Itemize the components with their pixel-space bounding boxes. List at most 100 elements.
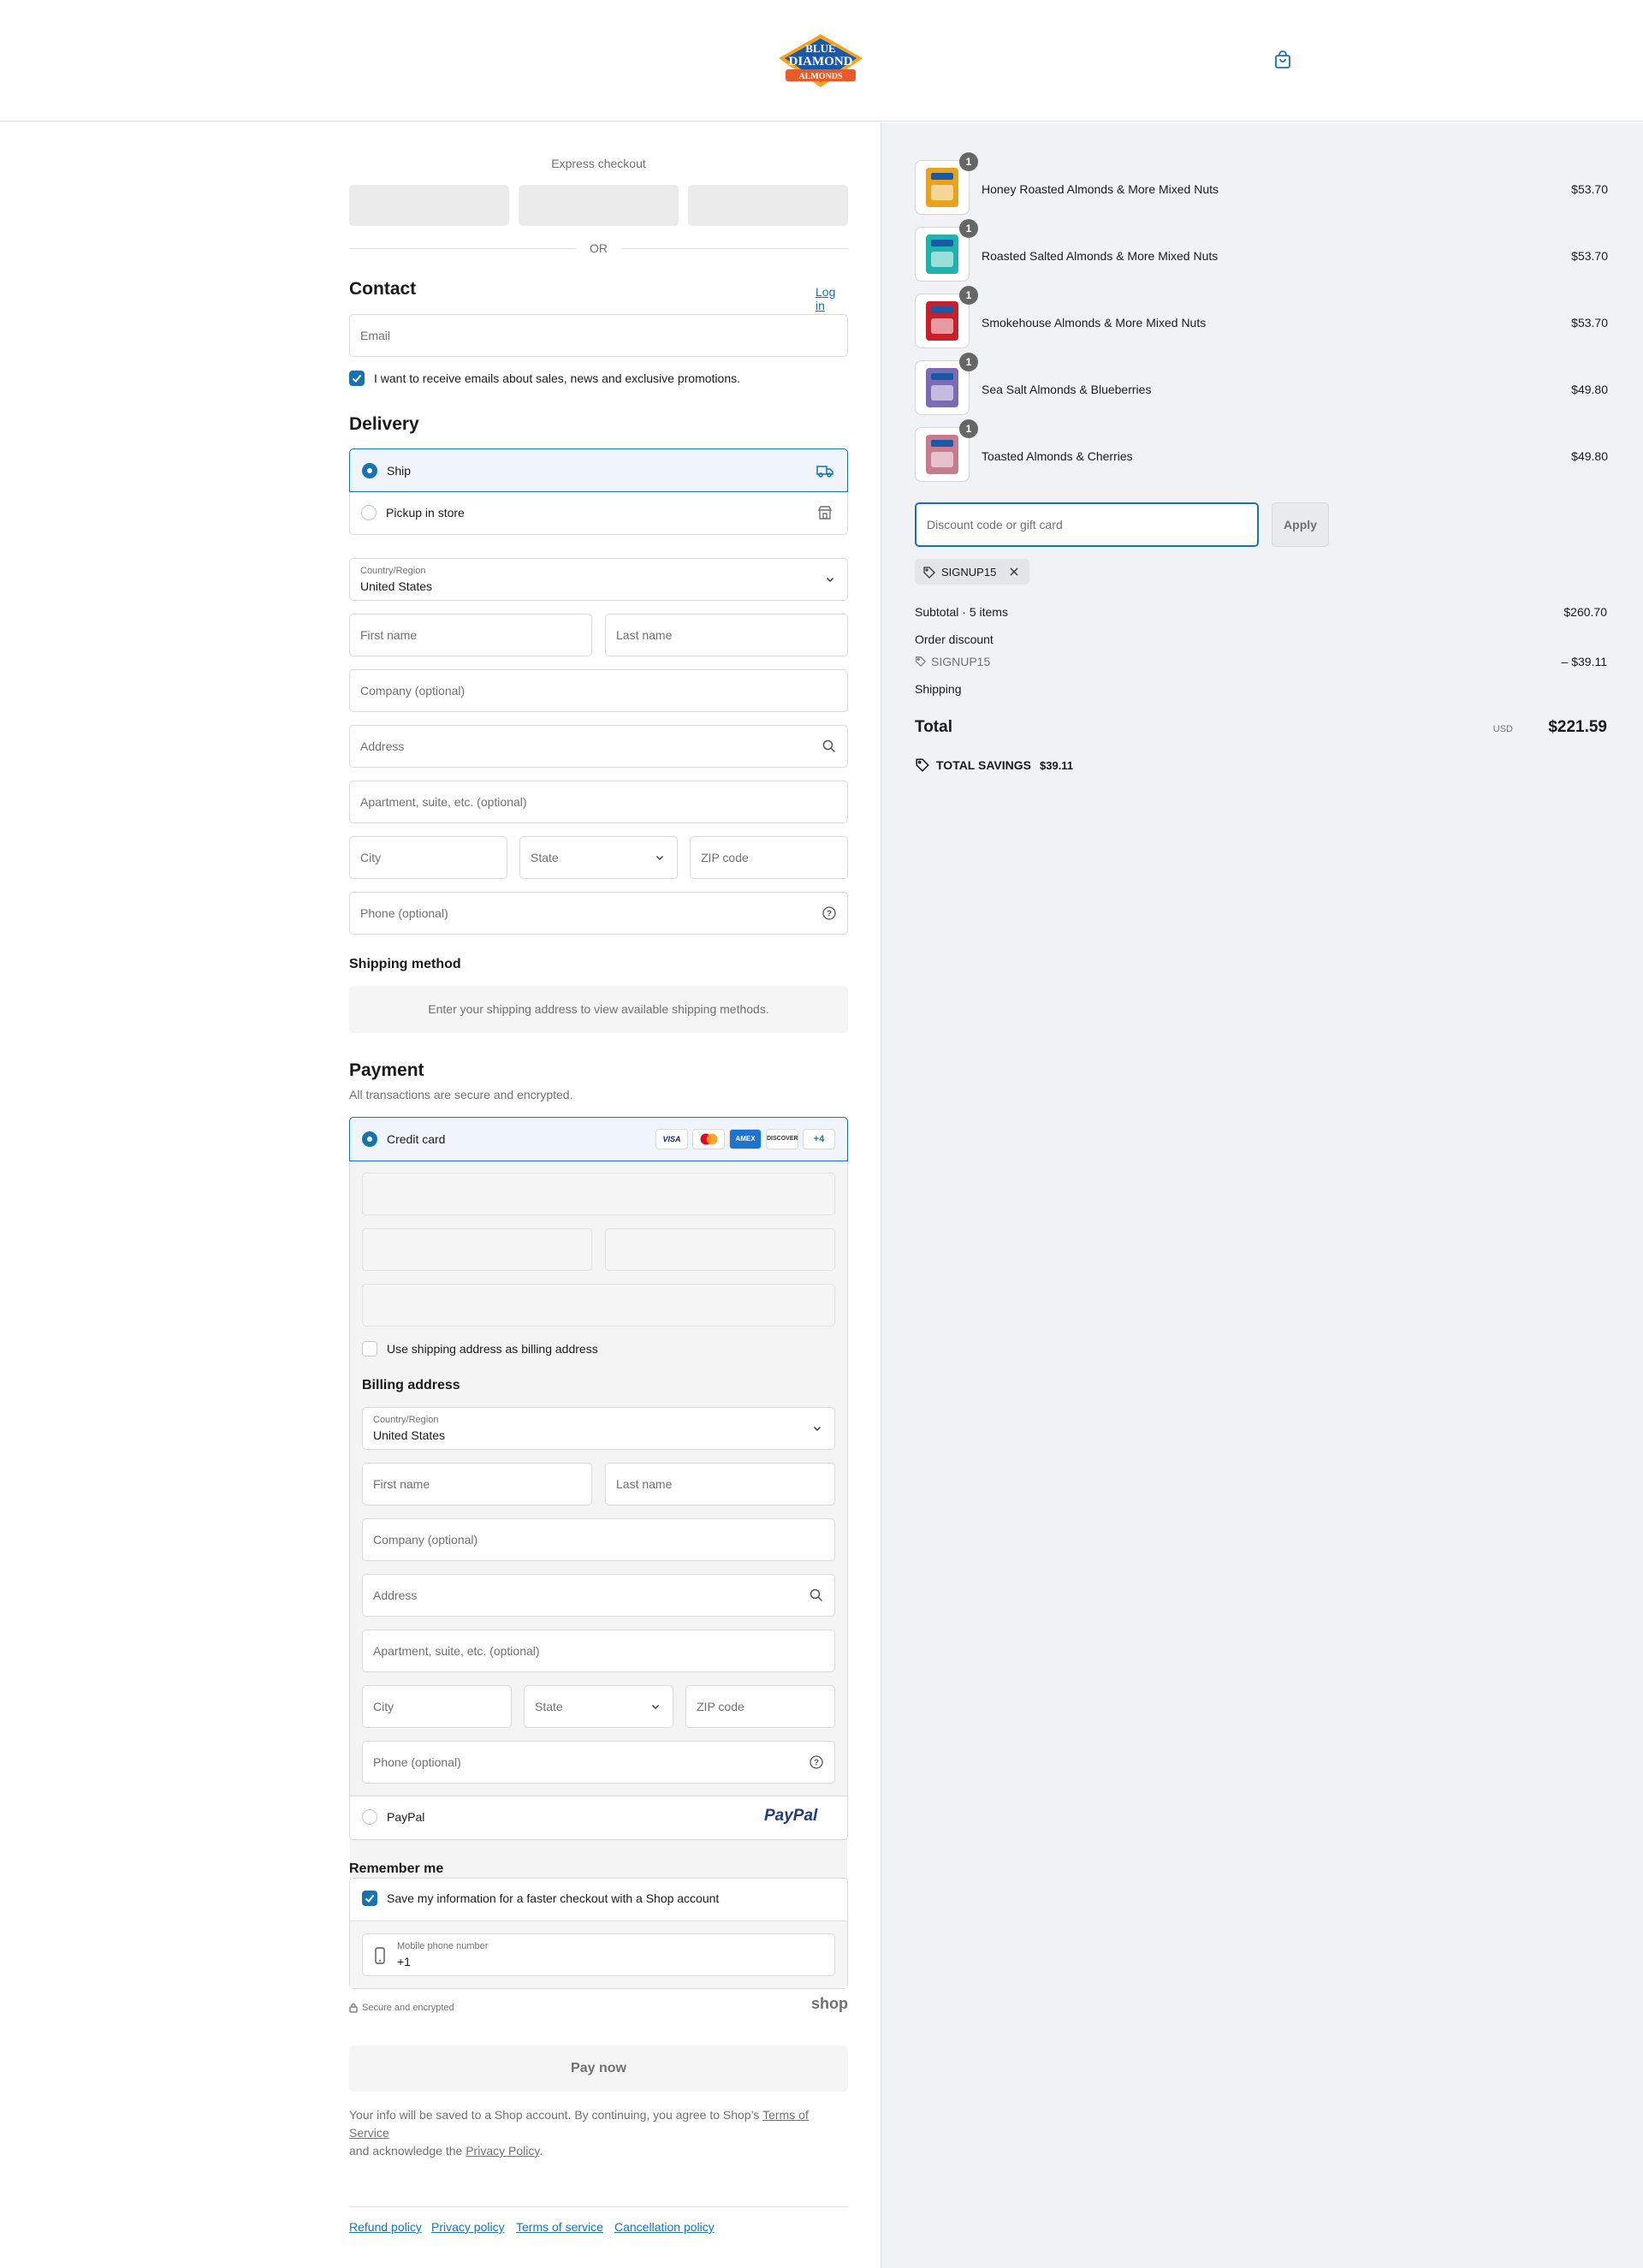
legal-text: Your info will be saved to a Shop accoun… — [349, 2108, 809, 2158]
cancellation-policy-link[interactable]: Cancellation policy — [614, 2220, 715, 2234]
billing-first-name-field[interactable]: First name — [362, 1463, 592, 1505]
product-price: $53.70 — [1571, 316, 1608, 330]
shipping-notice-text: Enter your shipping address to view avai… — [428, 1002, 769, 1016]
phone-icon — [375, 1947, 385, 1964]
chevron-down-icon — [652, 1705, 659, 1709]
quantity-badge: 1 — [959, 353, 978, 371]
truck-icon — [816, 466, 833, 478]
apartment-field[interactable]: Apartment, suite, etc. (optional) — [349, 781, 848, 823]
billing-city-field[interactable]: City — [362, 1685, 512, 1728]
phone-field[interactable]: Phone (optional) ? — [349, 892, 848, 935]
chevron-down-icon — [827, 578, 833, 582]
quantity-badge: 1 — [959, 219, 978, 238]
cart-item: 1 Roasted Salted Almonds & More Mixed Nu… — [881, 219, 1643, 283]
visa-icon: VISA — [655, 1129, 688, 1149]
mobile-phone-field[interactable]: Mobile phone number +1 — [362, 1933, 835, 1976]
svg-text:?: ? — [827, 910, 832, 919]
billing-address-title: Billing address — [362, 1378, 460, 1392]
express-button-2[interactable] — [519, 185, 679, 226]
currency-code: USD — [1492, 724, 1513, 734]
lock-icon — [349, 2003, 358, 2013]
billing-last-name-field[interactable]: Last name — [605, 1463, 835, 1505]
address-field[interactable]: Address — [349, 725, 848, 768]
country-select[interactable]: Country/Region United States — [349, 558, 848, 601]
billing-zip-field[interactable]: ZIP code — [685, 1685, 835, 1728]
discover-icon: DISCOVER — [766, 1129, 798, 1149]
pickup-label: Pickup in store — [386, 506, 465, 520]
security-code-field[interactable] — [605, 1228, 835, 1271]
terms-of-service-footer-link[interactable]: Terms of service — [516, 2220, 603, 2234]
pickup-option[interactable]: Pickup in store — [349, 491, 848, 535]
credit-card-option[interactable]: Credit card VISA AMEX DISCOVER +4 — [349, 1117, 848, 1161]
pay-now-button[interactable]: Pay now — [349, 2045, 848, 2092]
divider — [349, 248, 576, 249]
pickup-radio[interactable] — [361, 505, 377, 520]
same-billing-checkbox[interactable] — [362, 1341, 377, 1357]
shipping-method-title: Shipping method — [349, 957, 461, 971]
credit-card-radio[interactable] — [362, 1131, 377, 1147]
total-savings-label: TOTAL SAVINGS — [936, 758, 1031, 772]
privacy-policy-footer-link[interactable]: Privacy policy — [431, 2220, 505, 2234]
header: BLUE DIAMOND ALMONDS — [0, 0, 1643, 122]
city-field[interactable]: City — [349, 836, 507, 879]
name-on-card-field[interactable] — [362, 1284, 835, 1327]
cart-item: 1 Sea Salt Almonds & Blueberries $49.80 — [881, 353, 1643, 417]
state-select[interactable]: State — [519, 836, 678, 879]
savings-tag-icon — [916, 758, 929, 772]
product-price: $49.80 — [1571, 383, 1608, 396]
ship-radio[interactable] — [362, 463, 377, 478]
billing-country-select[interactable]: Country/Region United States — [362, 1407, 835, 1450]
express-button-1[interactable] — [349, 185, 509, 226]
shipping-method-notice: Enter your shipping address to view avai… — [349, 986, 848, 1033]
zip-field[interactable]: ZIP code — [690, 836, 848, 879]
discount-code-field[interactable]: Discount code or gift card — [915, 502, 1259, 547]
save-info-checkbox[interactable] — [362, 1891, 377, 1906]
billing-apartment-field[interactable]: Apartment, suite, etc. (optional) — [362, 1630, 835, 1672]
credit-card-label: Credit card — [387, 1132, 446, 1146]
marketing-label: I want to receive emails about sales, ne… — [374, 371, 740, 385]
divider — [621, 248, 848, 249]
express-button-3[interactable] — [688, 185, 848, 226]
refund-policy-link[interactable]: Refund policy — [349, 2220, 422, 2234]
company-field[interactable]: Company (optional) — [349, 669, 848, 712]
close-icon[interactable] — [1009, 567, 1019, 577]
product-name: Roasted Salted Almonds & More Mixed Nuts — [982, 249, 1219, 263]
store-icon — [817, 506, 833, 520]
order-discount-label: Order discount — [915, 632, 994, 646]
order-summary: 1 Honey Roasted Almonds & More Mixed Nut… — [881, 122, 1643, 2268]
ship-option[interactable]: Ship — [349, 448, 848, 492]
blue-diamond-logo[interactable]: BLUE DIAMOND ALMONDS — [777, 33, 864, 89]
discount-tag-label: SIGNUP15 — [941, 566, 997, 579]
login-link[interactable]: Log in — [816, 285, 848, 312]
help-icon[interactable]: ? — [809, 1754, 824, 1770]
same-billing-label: Use shipping address as billing address — [387, 1342, 598, 1356]
paypal-radio[interactable] — [362, 1809, 377, 1825]
quantity-badge: 1 — [959, 419, 978, 438]
svg-text:BLUE: BLUE — [805, 42, 835, 55]
total-value: $221.59 — [1548, 718, 1607, 736]
remember-me-title: Remember me — [349, 1861, 444, 1876]
privacy-policy-link[interactable]: Privacy Policy — [466, 2144, 539, 2158]
paypal-option[interactable]: PayPal PayPal — [349, 1796, 848, 1840]
last-name-field[interactable]: Last name — [605, 614, 848, 656]
discount-tag: SIGNUP15 — [915, 559, 1029, 585]
billing-phone-field[interactable]: Phone (optional) ? — [362, 1741, 835, 1784]
billing-company-field[interactable]: Company (optional) — [362, 1518, 835, 1561]
billing-state-select[interactable]: State — [524, 1685, 673, 1728]
card-number-field[interactable] — [362, 1173, 835, 1215]
apply-button[interactable]: Apply — [1272, 502, 1329, 547]
marketing-checkbox[interactable] — [349, 371, 365, 386]
email-field[interactable]: Email — [349, 314, 848, 357]
product-price: $53.70 — [1571, 182, 1608, 196]
product-name: Sea Salt Almonds & Blueberries — [982, 383, 1152, 396]
billing-address-field[interactable]: Address — [362, 1574, 835, 1617]
paypal-logo: PayPal — [764, 1807, 818, 1825]
expiry-field[interactable] — [362, 1228, 592, 1271]
svg-text:ALMONDS: ALMONDS — [798, 72, 843, 81]
save-info-label: Save my information for a faster checkou… — [387, 1891, 720, 1905]
shopping-bag-icon[interactable] — [1272, 50, 1293, 70]
first-name-field[interactable]: First name — [349, 614, 592, 656]
subtotal-value: $260.70 — [1563, 605, 1607, 619]
help-icon[interactable]: ? — [822, 905, 837, 921]
chevron-down-icon — [814, 1427, 821, 1431]
